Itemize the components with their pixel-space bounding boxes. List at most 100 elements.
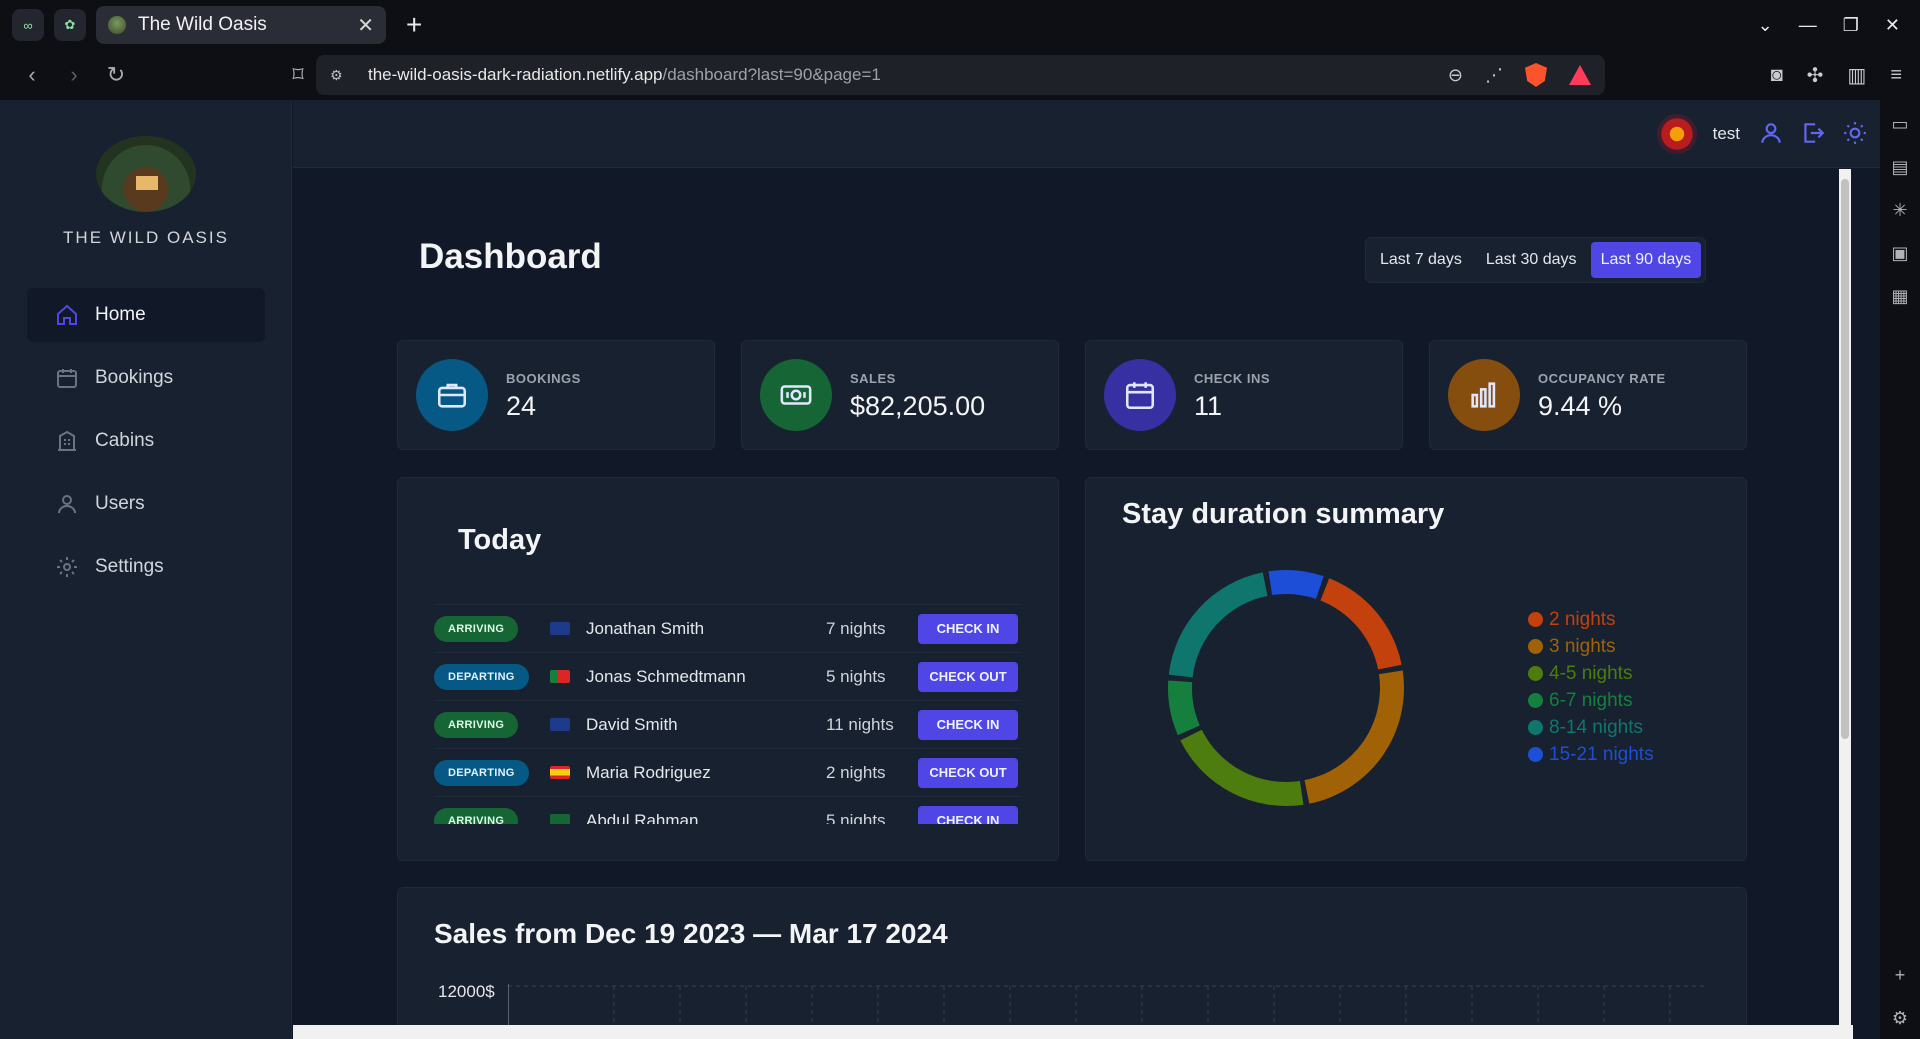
legend-label: 15-21 nights — [1549, 743, 1654, 765]
brand-name: THE WILD OASIS — [63, 228, 229, 247]
sidebar-item-label: Home — [95, 304, 146, 325]
today-activity-list[interactable]: ARRIVING Jonathan Smith 7 nights CHECK IN DE… — [434, 604, 1022, 824]
panel-settings-icon[interactable]: ⚙ — [1892, 1008, 1908, 1029]
video-icon[interactable]: ▭ — [1891, 114, 1908, 135]
check-out-button[interactable]: CHECK OUT — [918, 661, 1018, 692]
check-out-button[interactable]: CHECK OUT — [918, 757, 1018, 788]
donut-slice — [1320, 578, 1402, 670]
reading-list-icon[interactable]: ▦ — [1891, 286, 1908, 307]
legend-label: 8-14 nights — [1549, 716, 1644, 738]
stat-occupancy-rate: OCCUPANCY RATE 9.44 % — [1429, 340, 1747, 450]
account-icon[interactable] — [1758, 120, 1784, 146]
minimize-icon[interactable]: — — [1799, 15, 1817, 36]
legend-item: 4-5 nights — [1528, 660, 1654, 687]
new-tab-icon[interactable]: + — [406, 9, 422, 41]
sales-card: Sales from Dec 19 2023 — Mar 17 2024 120… — [397, 887, 1747, 1039]
sidebar-item-settings[interactable]: Settings — [27, 540, 265, 594]
sun-icon[interactable] — [1842, 120, 1868, 146]
sidebar-item-bookings[interactable]: Bookings — [27, 351, 265, 405]
nights-count: 5 nights — [826, 810, 886, 825]
wild-oasis-favicon-icon — [108, 16, 126, 34]
legend-dot — [1528, 639, 1543, 654]
leo-icon[interactable]: ✳ — [1892, 200, 1907, 221]
legend-dot — [1528, 720, 1543, 735]
legend-dot — [1528, 747, 1543, 762]
site-settings-icon[interactable]: ⚙ — [330, 67, 354, 84]
calendar-icon — [55, 366, 79, 390]
y-axis-tick-label: 12000$ — [438, 982, 495, 1001]
app-header: test — [293, 100, 1880, 168]
sidebar-item-cabins[interactable]: Cabins — [27, 414, 265, 468]
logout-icon[interactable] — [1800, 120, 1826, 146]
reload-icon[interactable]: ↻ — [106, 62, 126, 88]
status-badge: ARRIVING — [434, 711, 519, 738]
dashboard-main[interactable]: Dashboard Last 7 days Last 30 days Last … — [293, 169, 1853, 1039]
username: test — [1712, 124, 1740, 143]
close-tab-icon[interactable]: ✕ — [357, 13, 374, 38]
sidebar-toggle-icon[interactable]: ▥ — [1847, 63, 1866, 88]
infinity-icon: ∞ — [23, 17, 33, 33]
bookmarks-icon[interactable]: ▣ — [1891, 243, 1908, 264]
stay-duration-legend: 2 nights 3 nights 4-5 nights 6-7 nights 8-14… — [1528, 606, 1654, 768]
filter-last-7-days[interactable]: Last 7 days — [1370, 242, 1472, 278]
sidebar-item-label: Bookings — [95, 367, 174, 388]
saudi-flag-icon — [550, 814, 570, 824]
portugal-flag-icon — [550, 670, 570, 683]
stat-label: OCCUPANCY RATE — [1538, 371, 1666, 386]
briefcase-icon — [416, 359, 488, 431]
stat-check-ins: CHECK INS 11 — [1085, 340, 1403, 450]
check-in-button[interactable]: CHECK IN — [918, 613, 1018, 644]
browser-tab[interactable]: The Wild Oasis ✕ — [96, 6, 386, 44]
filter-last-30-days[interactable]: Last 30 days — [1476, 242, 1587, 278]
stat-sales: SALES $82,205.00 — [741, 340, 1059, 450]
scrollbar-thumb[interactable] — [1841, 179, 1849, 739]
screenshot-icon[interactable]: ◙ — [1771, 64, 1783, 87]
sidebar-item-home[interactable]: Home — [27, 288, 265, 342]
address-bar-actions: ⊖ ⋰ — [1448, 55, 1591, 95]
sidebar-item-users[interactable]: Users — [27, 477, 265, 531]
bar-chart-icon — [1448, 359, 1520, 431]
check-in-button[interactable]: CHECK IN — [918, 709, 1018, 740]
app: THE WILD OASIS Home Bookings Cabins User… — [0, 100, 1880, 1039]
menu-icon[interactable]: ≡ — [1890, 64, 1902, 87]
url-text[interactable]: the-wild-oasis-dark-radiation.netlify.ap… — [368, 65, 881, 85]
page-title: Dashboard — [419, 237, 602, 276]
today-card: Today ARRIVING Jonathan Smith 7 nights CHEC… — [397, 477, 1059, 861]
brave-shields-icon[interactable] — [1525, 63, 1547, 87]
user-icon — [55, 492, 79, 516]
extensions-icon[interactable]: ✣ — [1807, 63, 1824, 88]
pinned-tab-2[interactable]: ✿ — [54, 9, 86, 41]
browser-toolbar: ‹ › ↻ ⌑ ⚙ the-wild-oasis-dark-radiation.… — [0, 50, 1920, 100]
add-panel-icon[interactable]: + — [1895, 965, 1906, 986]
nights-count: 7 nights — [826, 618, 886, 638]
check-in-button[interactable]: CHECK IN — [918, 805, 1018, 824]
back-icon[interactable]: ‹ — [22, 62, 42, 88]
zoom-icon[interactable]: ⊖ — [1448, 65, 1463, 86]
legend-dot — [1528, 693, 1543, 708]
stat-label: BOOKINGS — [506, 371, 581, 386]
brave-rewards-icon[interactable] — [1569, 65, 1591, 85]
stat-value: 24 — [506, 391, 537, 421]
forward-icon[interactable]: › — [64, 62, 84, 88]
share-icon[interactable]: ⋰ — [1485, 65, 1503, 86]
stat-value: $82,205.00 — [850, 391, 986, 421]
wallet-icon[interactable]: ▤ — [1891, 157, 1908, 178]
filter-last-90-days[interactable]: Last 90 days — [1590, 242, 1702, 278]
bookmark-icon[interactable]: ⌑ — [288, 62, 308, 88]
tab-list-chevron-icon[interactable]: ⌄ — [1758, 15, 1773, 36]
vertical-scrollbar[interactable] — [1839, 169, 1851, 1029]
legend-dot — [1528, 612, 1543, 627]
address-bar[interactable]: ⚙ the-wild-oasis-dark-radiation.netlify.… — [316, 55, 1605, 95]
horizontal-scrollbar[interactable] — [293, 1025, 1853, 1039]
date-filter: Last 7 days Last 30 days Last 90 days — [1365, 237, 1707, 283]
today-row: ARRIVING David Smith 11 nights CHECK IN — [434, 700, 1022, 748]
status-badge: DEPARTING — [434, 759, 529, 786]
guest-name: David Smith — [586, 714, 678, 734]
legend-item: 2 nights — [1528, 606, 1654, 633]
window-close-icon[interactable]: ✕ — [1885, 15, 1900, 36]
home-icon — [55, 303, 79, 327]
status-badge: ARRIVING — [434, 807, 519, 824]
maximize-icon[interactable]: ❐ — [1843, 15, 1859, 36]
wild-oasis-logo — [96, 136, 196, 212]
pinned-tab-1[interactable]: ∞ — [12, 9, 44, 41]
